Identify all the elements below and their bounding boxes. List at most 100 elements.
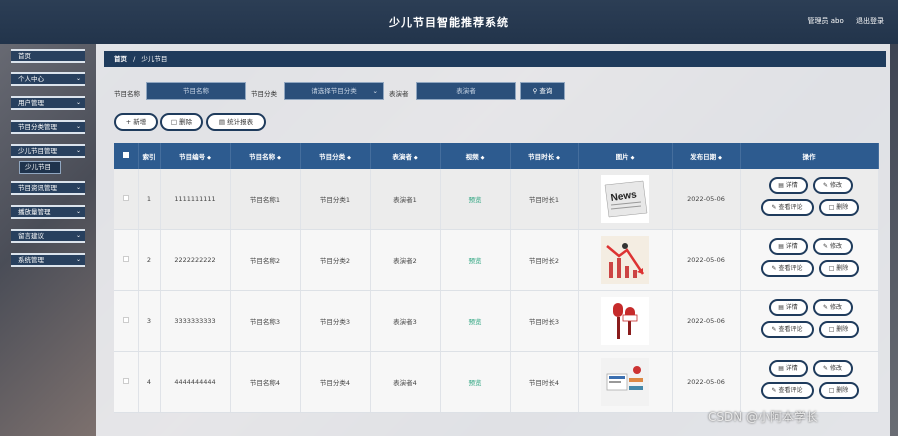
name-filter-input[interactable]: 节目名称 xyxy=(146,82,246,100)
row-video[interactable]: 预览 xyxy=(440,229,511,291)
edit-icon: ✎ xyxy=(823,243,829,250)
sort-icon: ◆ xyxy=(207,155,211,161)
edit-icon: ✎ xyxy=(823,182,829,189)
row-image xyxy=(578,290,673,352)
edit-button[interactable]: ✎ 修改 xyxy=(812,299,853,316)
top-header: 少儿节目智能推荐系统 管理员 abo 退出登录 xyxy=(0,0,898,44)
row-checkbox[interactable] xyxy=(114,229,139,291)
sidebar-subitem-programs[interactable]: 少儿节目 xyxy=(19,161,61,174)
main-panel: 首页 / 少儿节目 节目名称 节目名称 节目分类 请选择节目分类 ⌄ 表演者 表… xyxy=(96,44,890,436)
col-video[interactable]: 视频 ◆ xyxy=(440,143,511,169)
select-all-checkbox[interactable] xyxy=(114,143,139,169)
view-comments-button[interactable]: ✎ 查看评论 xyxy=(760,260,814,277)
sidebar-item-programs[interactable]: 少儿节目管理 ⌄ xyxy=(11,144,85,158)
row-delete-button[interactable]: □ 删除 xyxy=(818,199,859,216)
edit-button[interactable]: ✎ 修改 xyxy=(812,238,853,255)
col-actions: 操作 xyxy=(740,143,879,169)
sort-icon: ◆ xyxy=(556,155,560,161)
col-duration[interactable]: 节目时长 ◆ xyxy=(510,143,579,169)
chevron-down-icon: ⌄ xyxy=(75,208,81,215)
row-actions: ▤ 详情 ✎ 修改 ✎ 查看评论 □ 删除 xyxy=(740,290,879,352)
sort-icon: ◆ xyxy=(630,155,635,161)
row-video[interactable]: 预览 xyxy=(440,351,511,413)
row-date: 2022-05-06 xyxy=(672,229,741,291)
row-image: News xyxy=(578,169,673,230)
row-performer: 表演者4 xyxy=(370,351,441,413)
detail-icon: ▤ xyxy=(778,243,784,250)
sidebar-item-news[interactable]: 节目资讯管理 ⌄ xyxy=(11,181,85,195)
row-video[interactable]: 预览 xyxy=(440,290,511,352)
app-title: 少儿节目智能推荐系统 xyxy=(389,16,509,29)
row-name: 节目名称3 xyxy=(230,290,301,352)
row-date: 2022-05-06 xyxy=(672,290,741,352)
newspaper-image: News xyxy=(601,175,649,223)
trash-icon: □ xyxy=(828,265,835,272)
view-comments-button[interactable]: ✎ 查看评论 xyxy=(760,321,814,338)
sidebar-item-home[interactable]: 首页 xyxy=(11,49,85,63)
performer-filter-input[interactable]: 表演者 xyxy=(416,82,516,100)
col-name[interactable]: 节目名称 ◆ xyxy=(230,143,301,169)
sort-icon: ◆ xyxy=(277,155,281,161)
row-delete-button[interactable]: □ 删除 xyxy=(818,321,859,338)
detail-icon: ▤ xyxy=(778,304,784,311)
breadcrumb-current: 少儿节目 xyxy=(141,55,168,63)
sort-icon: ◆ xyxy=(413,155,418,161)
row-checkbox[interactable] xyxy=(114,290,139,352)
view-comments-button[interactable]: ✎ 查看评论 xyxy=(760,199,814,216)
sidebar: 首页 个人中心 ⌄ 用户管理 ⌄ 节目分类管理 ⌄ 少儿节目管理 ⌄ 少儿节目 节目资讯… xyxy=(8,44,88,436)
row-duration: 节目时长3 xyxy=(510,290,579,352)
view-comments-button[interactable]: ✎ 查看评论 xyxy=(760,382,814,399)
detail-button[interactable]: ▤ 详情 xyxy=(768,177,808,194)
news-desk-image xyxy=(601,358,649,406)
table-row: 1 1111111111 节目名称1 节目分类1 表演者1 预览 节目时长1 N… xyxy=(114,169,879,230)
sidebar-item-system[interactable]: 系统管理 ⌄ xyxy=(11,253,85,267)
chart-arrow-image xyxy=(601,236,649,284)
row-category: 节目分类1 xyxy=(300,169,371,230)
detail-button[interactable]: ▤ 详情 xyxy=(768,299,808,316)
row-delete-button[interactable]: □ 删除 xyxy=(818,382,859,399)
chevron-down-icon: ⌄ xyxy=(75,184,81,191)
row-duration: 节目时长4 xyxy=(510,351,579,413)
row-checkbox[interactable] xyxy=(114,351,139,413)
add-button[interactable]: + 新增 xyxy=(114,113,158,131)
breadcrumb: 首页 / 少儿节目 xyxy=(104,51,886,67)
row-video[interactable]: 预览 xyxy=(440,169,511,230)
microphones-image xyxy=(601,297,649,345)
logout-link[interactable]: 退出登录 xyxy=(856,17,884,25)
row-code: 2222222222 xyxy=(160,229,231,291)
category-select[interactable]: 请选择节目分类 ⌄ xyxy=(284,82,384,100)
sidebar-item-categories[interactable]: 节目分类管理 ⌄ xyxy=(11,120,85,134)
report-button[interactable]: ▤ 统计报表 xyxy=(206,113,266,131)
sidebar-item-profile[interactable]: 个人中心 ⌄ xyxy=(11,72,85,86)
breadcrumb-separator: / xyxy=(133,55,136,63)
detail-button[interactable]: ▤ 详情 xyxy=(768,238,808,255)
detail-button[interactable]: ▤ 详情 xyxy=(768,360,808,377)
row-actions: ▤ 详情 ✎ 修改 ✎ 查看评论 □ 删除 xyxy=(740,351,879,413)
row-checkbox[interactable] xyxy=(114,169,139,230)
table-row: 4 4444444444 节目名称4 节目分类4 表演者4 预览 节目时长4 2… xyxy=(114,351,879,413)
col-category[interactable]: 节目分类 ◆ xyxy=(300,143,371,169)
col-index: 索引 xyxy=(138,143,161,169)
edit-button[interactable]: ✎ 修改 xyxy=(812,360,853,377)
delete-button[interactable]: □ 删除 xyxy=(160,113,203,131)
row-name: 节目名称2 xyxy=(230,229,301,291)
col-code[interactable]: 节目编号 ◆ xyxy=(160,143,231,169)
sidebar-item-feedback[interactable]: 留言建议 ⌄ xyxy=(11,229,85,243)
performer-filter-label: 表演者 xyxy=(389,90,409,98)
row-duration: 节目时长2 xyxy=(510,229,579,291)
edit-button[interactable]: ✎ 修改 xyxy=(812,177,853,194)
detail-icon: ▤ xyxy=(778,365,784,372)
edit-icon: ✎ xyxy=(771,265,777,272)
sidebar-item-plays[interactable]: 播放量管理 ⌄ xyxy=(11,205,85,219)
col-performer[interactable]: 表演者 ◆ xyxy=(370,143,441,169)
sort-icon: ◆ xyxy=(718,155,722,161)
col-image[interactable]: 图片 ◆ xyxy=(578,143,673,169)
row-delete-button[interactable]: □ 删除 xyxy=(818,260,859,277)
col-date[interactable]: 发布日期 ◆ xyxy=(672,143,741,169)
edit-icon: ✎ xyxy=(771,387,777,394)
row-code: 1111111111 xyxy=(160,169,231,230)
search-button[interactable]: ⚲ 查询 xyxy=(520,82,565,100)
row-duration: 节目时长1 xyxy=(510,169,579,230)
breadcrumb-home[interactable]: 首页 xyxy=(114,55,127,63)
sidebar-item-users[interactable]: 用户管理 ⌄ xyxy=(11,96,85,110)
